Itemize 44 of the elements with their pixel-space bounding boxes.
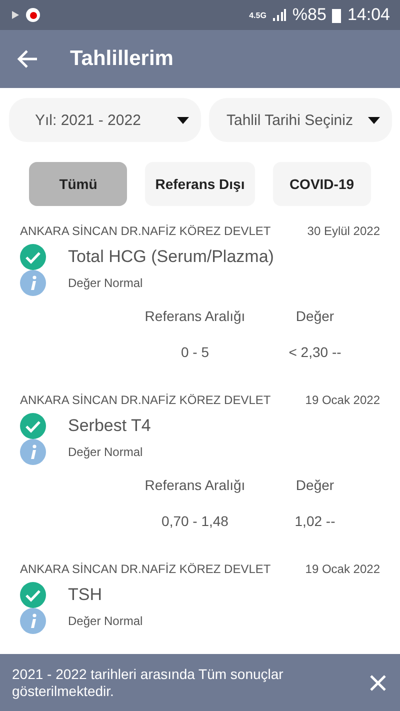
filter-chip[interactable]: Referans Dışı <box>145 162 255 206</box>
signal-icon <box>272 9 286 21</box>
hospital-name: ANKARA SİNCAN DR.NAFİZ KÖREZ DEVLET <box>20 393 271 407</box>
network-type: 4.5G <box>249 10 266 20</box>
result-date: 30 Eylül 2022 <box>307 224 380 238</box>
close-button[interactable] <box>368 672 388 692</box>
clock: 14:04 <box>347 5 390 25</box>
info-icon[interactable] <box>20 270 46 296</box>
reference-range: 0,70 - 1,48 <box>160 513 230 529</box>
circle-logo-icon <box>26 8 40 22</box>
back-icon[interactable] <box>16 48 38 70</box>
test-name: Total HCG (Serum/Plazma) <box>68 247 274 267</box>
check-icon <box>20 413 46 439</box>
column-label: Değer <box>294 308 336 324</box>
status-text: Değer Normal <box>68 445 143 459</box>
column-label: Referans Aralığı <box>144 308 246 324</box>
dropdown[interactable]: Yıl: 2021 - 2022 <box>9 98 200 142</box>
result-date: 19 Ocak 2022 <box>305 562 380 576</box>
info-icon[interactable] <box>20 608 46 634</box>
filter-chip[interactable]: COVID-19 <box>272 162 371 206</box>
battery-icon <box>332 8 342 22</box>
column-label: Referans Aralığı <box>144 477 246 493</box>
check-icon <box>20 244 46 270</box>
dropdown[interactable]: Tahlil Tarihi Seçiniz <box>208 98 392 142</box>
test-name: Serbest T4 <box>68 416 151 436</box>
caret-icon <box>368 116 380 124</box>
hospital-name: ANKARA SİNCAN DR.NAFİZ KÖREZ DEVLET <box>20 562 271 576</box>
play-icon <box>10 10 20 20</box>
snackbar-message: 2021 - 2022 tarihleri arasında Tüm sonuçlar gösterilmektedir. <box>12 666 284 700</box>
filter-chip[interactable]: Tümü <box>29 162 128 206</box>
hospital-name: ANKARA SİNCAN DR.NAFİZ KÖREZ DEVLET <box>20 224 271 238</box>
reference-range: 0 - 5 <box>180 344 210 360</box>
result-date: 19 Ocak 2022 <box>305 393 380 407</box>
info-icon[interactable] <box>20 439 46 465</box>
caret-icon <box>176 116 188 124</box>
status-text: Değer Normal <box>68 614 143 628</box>
battery-level: %85 <box>292 5 326 25</box>
status-text: Değer Normal <box>68 276 143 290</box>
screen-title: Tahlillerim <box>70 47 174 71</box>
check-icon <box>20 582 46 608</box>
result-value: < 2,30 -- <box>288 344 342 360</box>
result-value: 1,02 -- <box>294 513 336 529</box>
test-name: TSH <box>68 585 102 605</box>
column-label: Değer <box>294 477 336 493</box>
